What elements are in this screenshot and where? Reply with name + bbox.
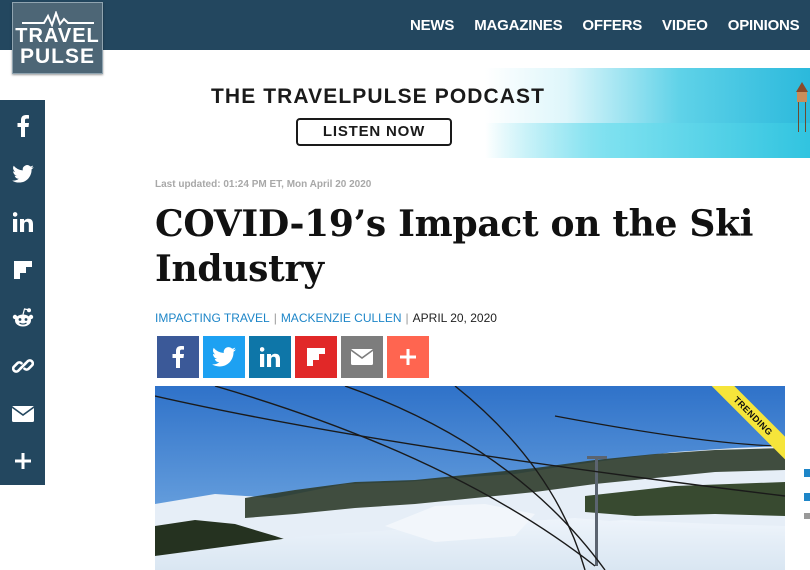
side-twitter-button[interactable] bbox=[0, 150, 45, 198]
nav-item-video[interactable]: VIDEO bbox=[662, 17, 708, 34]
plus-icon bbox=[400, 349, 416, 365]
right-edge-fragment bbox=[804, 469, 810, 519]
nav-item-news[interactable]: NEWS bbox=[410, 17, 454, 34]
podcast-title: THE TRAVELPULSE PODCAST bbox=[211, 85, 546, 108]
side-facebook-button[interactable] bbox=[0, 102, 45, 150]
top-navigation-bar: NEWS MAGAZINES OFFERS VIDEO OPINIONS BL bbox=[0, 0, 810, 50]
logo-text-pulse: PULSE bbox=[19, 45, 95, 68]
article-byline: IMPACTING TRAVEL | MACKENZIE CULLEN | APRIL … bbox=[155, 311, 497, 325]
article-hero-image[interactable]: TRENDING bbox=[155, 386, 785, 570]
listen-now-button[interactable]: LISTEN NOW bbox=[296, 118, 452, 146]
logo-text-travel: TRAVEL bbox=[15, 25, 100, 47]
main-nav: NEWS MAGAZINES OFFERS VIDEO OPINIONS BL bbox=[400, 0, 810, 50]
twitter-share-button[interactable] bbox=[203, 336, 245, 378]
flipboard-share-button[interactable] bbox=[295, 336, 337, 378]
email-icon bbox=[351, 349, 373, 365]
flipboard-icon bbox=[307, 348, 325, 366]
flipboard-icon bbox=[13, 261, 32, 279]
article-headline: COVID-19’s Impact on the Ski Industry bbox=[155, 203, 754, 290]
side-more-button[interactable] bbox=[0, 437, 45, 485]
publish-date: APRIL 20, 2020 bbox=[412, 311, 497, 325]
facebook-icon bbox=[17, 115, 29, 137]
more-share-button[interactable] bbox=[387, 336, 429, 378]
email-icon bbox=[11, 406, 34, 422]
side-email-button[interactable] bbox=[0, 390, 45, 438]
reddit-icon bbox=[12, 308, 33, 327]
overwater-bungalow-image bbox=[796, 82, 808, 132]
twitter-icon bbox=[212, 347, 236, 367]
ski-slope-photo bbox=[155, 386, 785, 570]
byline-separator: | bbox=[273, 311, 277, 325]
side-copy-link-button[interactable] bbox=[0, 342, 45, 390]
last-updated-text: Last updated: 01:24 PM ET, Mon April 20 … bbox=[155, 179, 372, 190]
plus-icon bbox=[14, 453, 31, 469]
twitter-icon bbox=[11, 165, 34, 183]
linkedin-icon bbox=[12, 212, 33, 232]
nav-item-opinions[interactable]: OPINIONS bbox=[728, 17, 800, 34]
share-buttons-row bbox=[157, 336, 433, 378]
byline-separator: | bbox=[405, 311, 409, 325]
nav-item-magazines[interactable]: MAGAZINES bbox=[474, 17, 562, 34]
linkedin-share-button[interactable] bbox=[249, 336, 291, 378]
side-share-rail bbox=[0, 100, 45, 485]
email-share-button[interactable] bbox=[341, 336, 383, 378]
banner-water bbox=[485, 123, 810, 158]
podcast-banner[interactable]: THE TRAVELPULSE PODCAST LISTEN NOW bbox=[155, 68, 810, 158]
facebook-icon bbox=[172, 346, 184, 368]
link-icon bbox=[11, 359, 34, 373]
travelpulse-logo[interactable]: TRAVEL PULSE bbox=[12, 2, 103, 74]
author-link[interactable]: MACKENZIE CULLEN bbox=[281, 311, 402, 325]
side-flipboard-button[interactable] bbox=[0, 246, 45, 294]
side-reddit-button[interactable] bbox=[0, 294, 45, 342]
linkedin-icon bbox=[260, 347, 280, 367]
facebook-share-button[interactable] bbox=[157, 336, 199, 378]
nav-item-offers[interactable]: OFFERS bbox=[582, 17, 642, 34]
category-link[interactable]: IMPACTING TRAVEL bbox=[155, 311, 270, 325]
side-linkedin-button[interactable] bbox=[0, 198, 45, 246]
